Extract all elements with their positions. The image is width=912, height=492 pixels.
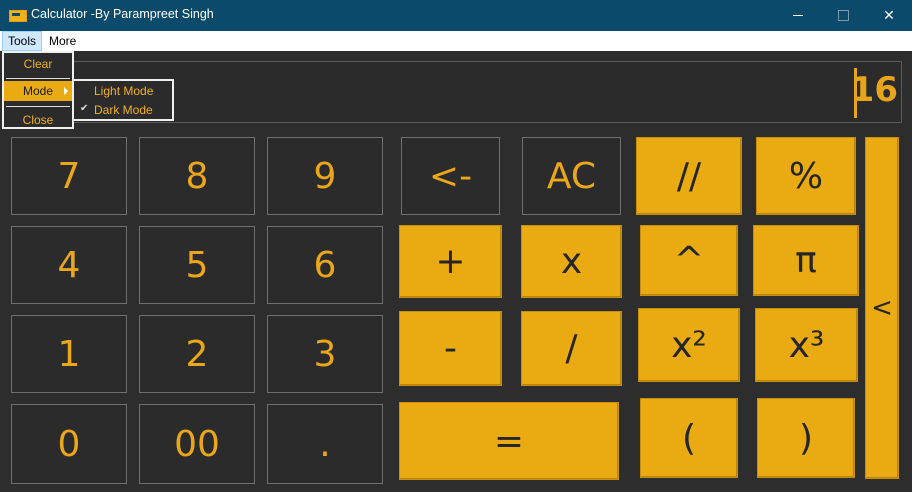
menu-separator [6,106,70,107]
menu-item-mode-label: Mode [22,84,54,98]
digit-8-button[interactable]: 8 [139,137,255,215]
backspace-button[interactable]: <- [401,137,500,215]
plus-button[interactable]: + [399,225,502,298]
double-zero-button[interactable]: 00 [139,404,255,484]
equals-button[interactable]: = [399,402,619,480]
digit-1-button[interactable]: 1 [11,315,127,393]
close-window-button[interactable]: ✕ [866,0,912,31]
all-clear-button[interactable]: AC [522,137,621,215]
digit-7-button[interactable]: 7 [11,137,127,215]
close-icon: ✕ [883,7,895,24]
window-title: Calculator -By Parampreet Singh [31,7,214,21]
power-button[interactable]: ^ [640,225,738,296]
menu-separator [6,78,70,79]
digit-0-button[interactable]: 0 [11,404,127,484]
maximize-button[interactable] [820,0,866,31]
minimize-button[interactable] [775,0,821,31]
multiply-button[interactable]: x [521,225,622,298]
menu-bar: Tools More [0,31,912,51]
square-button[interactable]: x² [638,308,740,382]
collapse-panel-button[interactable]: < [865,137,899,479]
minus-button[interactable]: - [399,311,502,386]
title-bar: Calculator -By Parampreet Singh ✕ [0,0,912,31]
digit-4-button[interactable]: 4 [11,226,127,304]
checkmark-icon: ✔ [80,103,89,114]
close-paren-button[interactable]: ) [757,398,855,478]
open-paren-button[interactable]: ( [640,398,738,478]
menu-item-clear[interactable]: Clear [4,54,72,74]
digit-9-button[interactable]: 9 [267,137,383,215]
menu-item-light-mode[interactable]: Light Mode [94,82,153,100]
maximize-icon [837,10,849,21]
menu-item-mode[interactable]: Mode [4,81,72,101]
digit-5-button[interactable]: 5 [139,226,255,304]
menu-item-close[interactable]: Close [4,110,72,130]
display-value: 16 [850,70,898,110]
tools-dropdown-menu: Clear Mode Close [2,51,74,129]
digit-3-button[interactable]: 3 [267,315,383,393]
menu-more[interactable]: More [44,31,81,51]
submenu-arrow-icon [64,87,68,95]
decimal-point-button[interactable]: . [267,404,383,484]
menu-tools[interactable]: Tools [2,31,43,51]
minimize-icon [793,15,803,16]
cube-button[interactable]: x³ [755,308,858,382]
digit-2-button[interactable]: 2 [139,315,255,393]
digit-6-button[interactable]: 6 [267,226,383,304]
divide-button[interactable]: / [521,311,622,386]
floor-divide-button[interactable]: // [636,137,742,215]
calculator-app-icon [9,10,27,22]
menu-item-dark-mode[interactable]: Dark Mode [94,101,153,119]
mode-submenu: Light Mode ✔ Dark Mode [72,79,174,121]
percent-button[interactable]: % [756,137,856,215]
pi-button[interactable]: π [753,225,859,296]
